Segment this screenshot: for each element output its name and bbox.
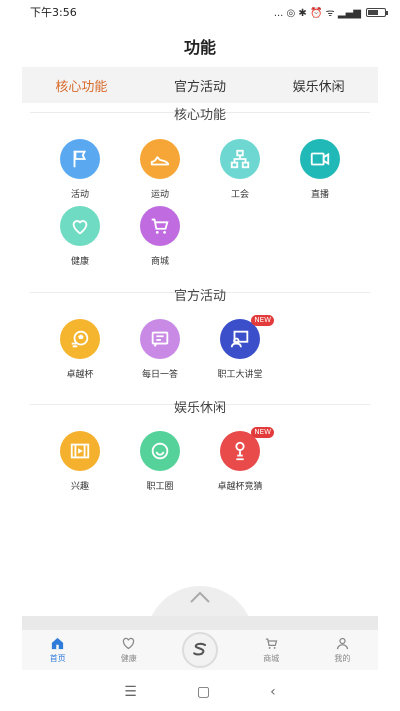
nav-label: 我的 (334, 654, 351, 663)
center-logo-button[interactable] (182, 632, 218, 668)
lecture-icon: NEW (220, 315, 274, 359)
nav-label: 商城 (263, 654, 280, 663)
center-logo-icon (193, 642, 207, 656)
nav-health[interactable]: 健康 (93, 630, 164, 670)
feature-label: 职工大讲堂 (217, 370, 263, 380)
heart-outline-icon (123, 637, 135, 650)
feature-mall[interactable]: 商城 (130, 206, 190, 267)
nav-home[interactable]: 首页 (22, 630, 93, 670)
flag-icon (60, 139, 100, 179)
feature-health[interactable]: 健康 (50, 206, 110, 267)
feature-label: 卓越杯 (66, 370, 94, 380)
feature-live[interactable]: 直播 (290, 139, 350, 200)
status-indicators: ... ◎ ✱ ⏰ ᯤ ▂▄▆ (273, 8, 361, 19)
new-badge: NEW (251, 427, 274, 438)
menu-icon[interactable]: ☰ (124, 684, 137, 700)
feature-label: 卓越杯竞猜 (217, 482, 263, 492)
smile-icon (140, 431, 180, 471)
video-camera-icon (300, 139, 340, 179)
feature-label: 健康 (70, 257, 89, 267)
home-square-icon[interactable]: ▢ (197, 684, 210, 700)
status-icons: ... ◎ ✱ ⏰ ᯤ ▂▄▆ (273, 5, 388, 19)
film-icon (60, 431, 100, 471)
page-title: 功能 (183, 38, 216, 57)
feature-label: 直播 (310, 190, 329, 200)
status-time: 下午3:56 (30, 6, 77, 19)
feature-label: 活动 (70, 190, 89, 200)
bottom-strip (22, 616, 378, 630)
feature-label: 工会 (230, 190, 249, 200)
feature-sport[interactable]: 运动 (130, 139, 190, 200)
tab-bar: 核心功能 官方活动 娱乐休闲 (22, 67, 378, 103)
feature-staff-circle[interactable]: 职工圈 (130, 431, 190, 492)
feature-cup-guess[interactable]: NEW 卓越杯竞猜 (210, 427, 274, 492)
new-badge: NEW (251, 315, 274, 326)
feature-interest[interactable]: 兴趣 (50, 431, 110, 492)
org-chart-icon (220, 139, 260, 179)
feature-union[interactable]: 工会 (210, 139, 270, 200)
feature-cup[interactable]: 卓越杯 (50, 319, 110, 380)
nav-label: 首页 (49, 654, 66, 663)
cart-outline-icon (265, 638, 278, 649)
trophy-icon: NEW (220, 427, 274, 471)
nav-label: 健康 (120, 654, 137, 663)
tab-official[interactable]: 官方活动 (141, 76, 260, 95)
battery-icon (366, 7, 388, 17)
feature-label: 商城 (150, 257, 169, 267)
status-bar: 下午3:56 ... ◎ ✱ ⏰ ᯤ ▂▄▆ (0, 0, 400, 24)
feature-label: 运动 (150, 190, 169, 200)
sneaker-icon (140, 139, 180, 179)
back-icon[interactable]: ‹ (270, 684, 276, 700)
section-title-leisure: 娱乐休闲 (173, 401, 226, 416)
feature-activity[interactable]: 活动 (50, 139, 110, 200)
tab-leisure[interactable]: 娱乐休闲 (259, 76, 378, 95)
nav-mall[interactable]: 商城 (236, 630, 307, 670)
heart-icon (60, 206, 100, 246)
cart-icon (140, 206, 180, 246)
feature-lecture[interactable]: NEW 职工大讲堂 (210, 315, 274, 380)
feature-label: 职工圈 (146, 482, 174, 492)
feature-label: 兴趣 (70, 482, 89, 492)
feature-daily-quiz[interactable]: 每日一答 (130, 319, 190, 380)
section-title-official: 官方活动 (173, 289, 226, 304)
soccer-ball-icon (60, 319, 100, 359)
home-icon (51, 637, 64, 650)
tab-core[interactable]: 核心功能 (22, 76, 141, 95)
chevron-up-icon[interactable] (188, 590, 212, 604)
nav-mine[interactable]: 我的 (307, 630, 378, 670)
section-title-core: 核心功能 (173, 108, 226, 123)
feature-label: 每日一答 (141, 370, 178, 380)
system-nav-bar: ☰ ▢ ‹ (0, 672, 400, 711)
quiz-icon (140, 319, 180, 359)
user-icon (336, 637, 349, 650)
